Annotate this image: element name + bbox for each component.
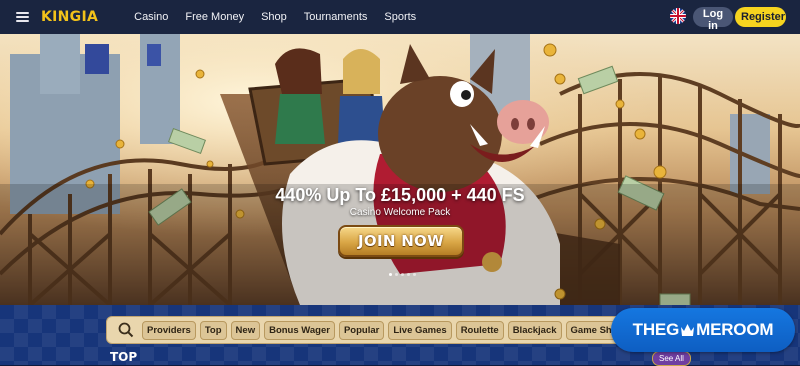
- hero-headline: 440% Up To £15,000 + 440 FS: [275, 185, 525, 205]
- nav-tournaments[interactable]: Tournaments: [304, 11, 368, 23]
- carousel-dots: [389, 273, 416, 276]
- carousel-dot[interactable]: [413, 273, 416, 276]
- uk-flag-icon[interactable]: [670, 8, 686, 24]
- rider-woman-right: [338, 49, 385, 144]
- watermark-text-start: THEG: [632, 320, 680, 339]
- filter-chip-popular[interactable]: Popular: [338, 320, 385, 340]
- nav-shop[interactable]: Shop: [261, 11, 287, 23]
- carousel-dot[interactable]: [407, 273, 410, 276]
- hero-banner[interactable]: 440% Up To £15,000 + 440 FS Casino Welco…: [0, 34, 800, 305]
- search-icon[interactable]: [118, 322, 134, 338]
- main-nav: Casino Free Money Shop Tournaments Sport…: [134, 11, 416, 23]
- crown-icon: [681, 324, 695, 336]
- nav-casino[interactable]: Casino: [134, 11, 168, 23]
- filter-chip-blackjack[interactable]: Blackjack: [507, 320, 562, 340]
- filter-chip-roulette[interactable]: Roulette: [455, 320, 504, 340]
- register-button[interactable]: Register: [735, 7, 786, 27]
- site-logo[interactable]: KINGIA: [41, 9, 98, 25]
- nav-sports[interactable]: Sports: [384, 11, 416, 23]
- filter-chip-live-games[interactable]: Live Games: [388, 320, 452, 340]
- rider-woman-left: [275, 48, 325, 144]
- filter-chip-new[interactable]: New: [230, 320, 261, 340]
- carousel-dot[interactable]: [395, 273, 398, 276]
- carousel-dot[interactable]: [401, 273, 404, 276]
- login-button[interactable]: Log in: [693, 7, 733, 32]
- watermark-logo: THEG ME ROOM: [611, 308, 795, 352]
- nav-free-money[interactable]: Free Money: [185, 11, 244, 23]
- carousel-dot[interactable]: [389, 273, 392, 276]
- hero-illustration: [0, 34, 800, 305]
- filter-chip-bonus-wager[interactable]: Bonus Wager: [264, 320, 335, 340]
- filter-chip-providers[interactable]: Providers: [142, 320, 196, 340]
- watermark-text-middle: ME: [696, 320, 722, 339]
- game-filter-bar: Providers Top New Bonus Wager Popular Li…: [106, 316, 648, 344]
- top-navigation-bar: KINGIA Casino Free Money Shop Tournament…: [0, 0, 800, 34]
- see-all-button[interactable]: See All: [652, 351, 691, 366]
- hamburger-menu-icon[interactable]: [16, 12, 29, 22]
- filter-chip-top[interactable]: Top: [199, 320, 227, 340]
- hero-subheadline: Casino Welcome Pack: [349, 207, 451, 218]
- join-now-button[interactable]: JOIN NOW: [338, 225, 464, 257]
- watermark-text-end: ROOM: [721, 320, 774, 339]
- section-title-top: TOP: [110, 350, 138, 364]
